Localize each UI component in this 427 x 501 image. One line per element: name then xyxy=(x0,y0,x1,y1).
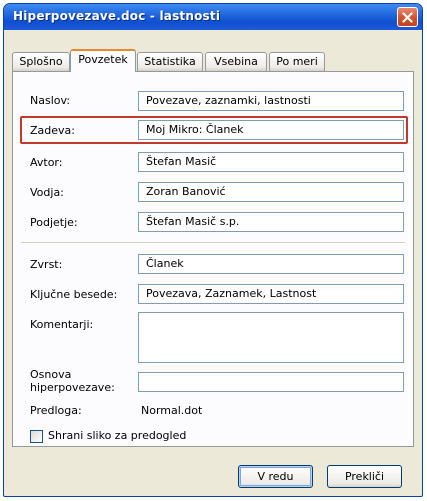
naslov-label: Naslov: xyxy=(30,94,71,107)
tab-splosno[interactable]: Splošno xyxy=(12,52,70,71)
osnova-label-line2: hiperpovezave: xyxy=(30,381,115,394)
shrani-sliko-label[interactable]: Shrani sliko za predogled xyxy=(48,429,186,442)
zvrst-input[interactable]: Članek xyxy=(138,254,404,274)
separator xyxy=(21,242,405,244)
tab-panel-povzetek: Naslov: Povezave, zaznamki, lastnosti Za… xyxy=(12,71,414,447)
predloga-value: Normal.dot xyxy=(141,404,203,417)
zadeva-label: Zadeva: xyxy=(30,124,75,137)
naslov-input[interactable]: Povezave, zaznamki, lastnosti xyxy=(138,91,404,111)
predloga-label: Predloga: xyxy=(30,404,82,417)
osnova-label-line1: Osnova xyxy=(30,368,72,381)
kljucne-besede-label: Ključne besede: xyxy=(30,288,118,301)
zadeva-input[interactable]: Moj Mikro: Članek xyxy=(138,120,404,140)
ok-button[interactable]: V redu xyxy=(238,465,313,488)
cancel-button[interactable]: Prekliči xyxy=(327,465,402,488)
window-title: Hiperpovezave.doc - lastnosti xyxy=(13,9,221,23)
tab-po-meri[interactable]: Po meri xyxy=(269,52,325,71)
tab-povzetek[interactable]: Povzetek xyxy=(70,49,136,72)
kljucne-besede-input[interactable]: Povezava, Zaznamek, Lastnost xyxy=(138,284,404,304)
podjetje-input[interactable]: Štefan Masič s.p. xyxy=(138,212,404,232)
close-button[interactable] xyxy=(397,7,418,27)
close-icon xyxy=(402,11,413,23)
avtor-label: Avtor: xyxy=(30,156,63,169)
shrani-sliko-checkbox[interactable] xyxy=(30,430,43,443)
tab-vsebina[interactable]: Vsebina xyxy=(205,52,267,71)
zvrst-label: Zvrst: xyxy=(30,258,63,271)
vodja-input[interactable]: Zoran Banović xyxy=(138,182,404,202)
avtor-input[interactable]: Štefan Masič xyxy=(138,152,404,172)
komentarji-textarea[interactable] xyxy=(138,312,404,363)
title-bar[interactable]: Hiperpovezave.doc - lastnosti xyxy=(4,4,422,30)
tab-statistika[interactable]: Statistika xyxy=(137,52,203,71)
podjetje-label: Podjetje: xyxy=(30,216,78,229)
properties-dialog: Hiperpovezave.doc - lastnosti Splošno Po… xyxy=(3,3,423,497)
komentarji-label: Komentarji: xyxy=(30,318,94,331)
osnova-hiperpovezave-input[interactable] xyxy=(138,372,404,392)
vodja-label: Vodja: xyxy=(30,186,64,199)
